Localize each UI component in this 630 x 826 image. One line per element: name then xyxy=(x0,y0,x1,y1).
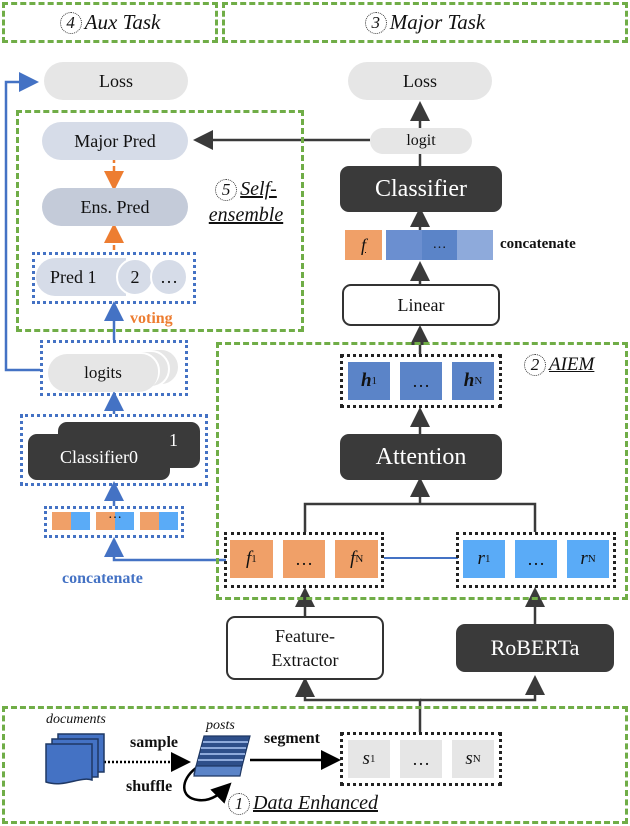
roberta-node: RoBERTa xyxy=(456,624,614,672)
aux-loss-label: Loss xyxy=(98,70,133,91)
logits-node: logits xyxy=(48,354,158,392)
aux-loss-node: Loss xyxy=(44,62,188,100)
linear-node: Linear xyxy=(342,284,500,326)
shuffle-label: shuffle xyxy=(126,778,173,795)
major-concatenate-label: concatenate xyxy=(500,236,576,252)
segment-label: segment xyxy=(264,730,320,747)
classifier-label: Classifier xyxy=(375,175,467,202)
major-pred-label: Major Pred xyxy=(74,130,156,151)
data-enhanced-title: 1 Data Enhanced xyxy=(228,792,378,815)
f-cell: fN xyxy=(335,540,379,578)
f-to-concat-arrow xyxy=(104,537,226,562)
r-cell: rN xyxy=(567,540,609,578)
aux-concatenate-label: concatenate xyxy=(62,570,143,587)
major-concat-bar: f … xyxy=(345,230,493,260)
major-loss-node: Loss xyxy=(348,62,492,100)
documents-icon xyxy=(45,733,105,785)
f-cell: f1 xyxy=(230,540,273,578)
self-ensemble-title: 5 Self- ensemble xyxy=(208,178,284,226)
major-pred-node: Major Pred xyxy=(42,122,188,160)
sample-label: sample xyxy=(130,734,178,751)
major-concat-mid-cell: … xyxy=(422,230,457,260)
logit-node: logit xyxy=(370,128,472,154)
s-cell: s1 xyxy=(348,740,390,778)
pred-2-node: 2 xyxy=(116,258,154,296)
pred-more-node: … xyxy=(150,258,188,296)
major-concat-f-cell: f xyxy=(345,230,382,260)
attention-node: Attention xyxy=(340,434,502,480)
concat-cell: … xyxy=(96,507,134,530)
feature-extractor-node: Feature- Extractor xyxy=(226,616,384,680)
r-cell: r1 xyxy=(463,540,505,578)
voting-label: voting xyxy=(130,310,173,327)
classifier-node: Classifier xyxy=(340,166,502,212)
posts-icon xyxy=(193,735,251,777)
ens-pred-node: Ens. Pred xyxy=(42,188,188,226)
posts-label: posts xyxy=(206,718,235,733)
classifier0-label: Classifier0 xyxy=(60,446,138,467)
s-cell: sN xyxy=(452,740,494,778)
attention-label: Attention xyxy=(375,443,467,470)
s-cell: … xyxy=(400,740,442,778)
h-cell: … xyxy=(400,362,442,400)
logits-label: logits xyxy=(84,363,122,382)
documents-label: documents xyxy=(46,712,106,727)
f-cells: f1 … fN xyxy=(230,540,379,578)
aux-concat-cells: … xyxy=(52,507,178,530)
linear-label: Linear xyxy=(397,294,445,315)
concat-cell xyxy=(52,512,90,530)
s-cells: s1 … sN xyxy=(348,740,494,778)
ens-pred-label: Ens. Pred xyxy=(80,196,150,217)
h-cells: h1 … hN xyxy=(348,362,494,400)
h-cell: h1 xyxy=(348,362,390,400)
roberta-label: RoBERTa xyxy=(490,635,580,660)
r-cell: … xyxy=(515,540,557,578)
major-loss-label: Loss xyxy=(402,70,437,91)
h-cell: hN xyxy=(452,362,494,400)
concat-cell xyxy=(140,512,178,530)
f-cell: … xyxy=(282,540,326,578)
aiem-title: 2 AIEM xyxy=(524,354,594,376)
logit-label: logit xyxy=(406,132,436,149)
r-cells: r1 … rN xyxy=(463,540,609,578)
classifier0-node: Classifier0 xyxy=(28,434,170,480)
pred-1-node: Pred 1 xyxy=(36,258,126,296)
